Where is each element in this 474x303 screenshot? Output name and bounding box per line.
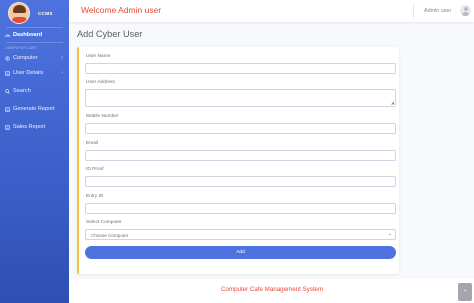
sidebar-item-label: User Details [13,70,44,76]
select-computer-dropdown[interactable]: Choose Computer ⌄ [85,229,396,240]
sidebar-item-label: Generate Report [13,106,55,112]
select-computer-label: Select Computer [86,220,122,225]
select-computer-value: Choose Computer [91,232,129,238]
sidebar-item-label: Sales Report [13,124,46,130]
resize-grip-icon[interactable]: ◢ [391,101,394,105]
sidebar-divider [6,42,63,43]
sidebar-item-label: Search [13,88,31,94]
entry-id-field[interactable] [85,203,396,214]
chevron-right-icon: › [61,70,63,76]
welcome-text: Welcome Admin user [81,5,162,15]
sidebar: CCMS Dashboard COMPUTER CAFE Computer › … [0,0,69,303]
user-name-label: User Name [86,54,111,59]
search-icon [5,88,10,94]
footer: Computer Cafe Management System [69,279,474,303]
id-proof-label: ID Proof [86,167,104,172]
entry-id-label: Entry ID [86,194,104,199]
sidebar-item-label: Computer [13,55,38,61]
email-field[interactable] [85,150,396,161]
sidebar-item-computer[interactable]: Computer › [0,52,69,64]
id-proof-field[interactable] [85,176,396,187]
sidebar-item-dashboard[interactable]: Dashboard [0,28,69,42]
email-label: Email [86,141,98,146]
computer-icon [5,55,10,61]
topbar: Welcome Admin user Admin user [69,0,474,22]
sidebar-item-search[interactable]: Search [0,82,69,100]
brand-logo [8,2,30,24]
sidebar-item-sales-report[interactable]: Sales Report [0,118,69,136]
footer-text: Computer Cafe Management System [221,286,324,293]
dashboard-icon [5,34,10,37]
add-user-form-card: User Name User Address ◢ Mobile Number E… [77,47,399,274]
chevron-up-icon: ⌃ [462,289,468,296]
page-title: Add Cyber User [77,29,143,39]
mobile-number-label: Mobile Number [86,114,119,119]
user-name[interactable]: Admin user [424,8,451,14]
scroll-to-top-button[interactable]: ⌃ [458,283,472,301]
add-button[interactable]: Add [85,246,396,259]
brand-text: CCMS [38,10,53,16]
user-address-label: User Address [86,80,115,85]
topbar-divider [413,4,414,18]
mobile-number-field[interactable] [85,123,396,134]
sales-report-icon [5,124,10,130]
sidebar-item-generate-report[interactable]: Generate Report [0,100,69,118]
avatar[interactable] [460,5,471,16]
sidebar-item-label: Dashboard [13,32,43,38]
sidebar-brand[interactable]: CCMS [0,0,69,26]
sidebar-item-user-details[interactable]: User Details › [0,64,69,82]
chevron-down-icon: ⌄ [387,231,392,237]
user-name-field[interactable] [85,63,396,74]
chevron-right-icon: › [61,55,63,61]
user-icon [5,70,10,76]
user-address-field[interactable]: ◢ [85,89,396,107]
report-icon [5,106,10,112]
